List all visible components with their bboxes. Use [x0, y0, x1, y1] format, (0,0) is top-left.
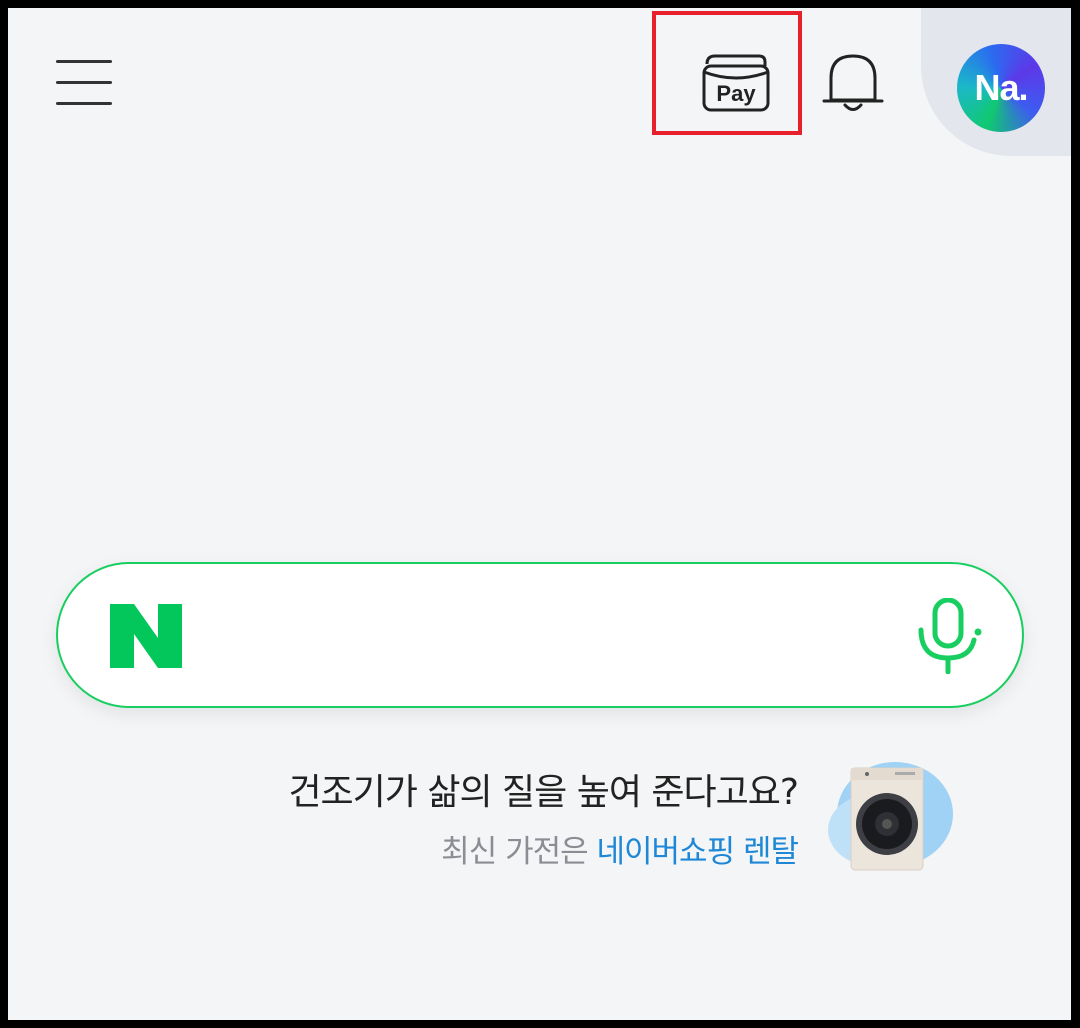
- pay-wallet-icon: Pay: [702, 54, 770, 112]
- search-input[interactable]: [208, 594, 892, 678]
- bell-icon: [822, 54, 884, 111]
- profile-avatar[interactable]: Na.: [957, 44, 1045, 132]
- notification-bell-button[interactable]: [820, 48, 886, 116]
- dryer-product-image[interactable]: [823, 760, 953, 872]
- pay-button[interactable]: Pay: [701, 50, 771, 114]
- hamburger-menu-icon[interactable]: [56, 56, 114, 116]
- promo-subtitle[interactable]: 최신 가전은 네이버쇼핑 렌탈: [208, 826, 799, 871]
- promo-title[interactable]: 건조기가 삶의 질을 높여 준다고요?: [208, 763, 799, 815]
- microphone-icon: [918, 597, 982, 675]
- naver-home-screen: Pay Na. 건조기가 삶의 질을 높여 준다고요? 최신 가전은 네이버쇼핑…: [8, 8, 1071, 1020]
- pay-label: Pay: [716, 81, 756, 106]
- promo-link[interactable]: 네이버쇼핑 렌탈: [597, 834, 799, 870]
- voice-search-button[interactable]: [914, 597, 986, 675]
- search-bar[interactable]: [56, 562, 1024, 708]
- naver-logo-icon: [110, 604, 182, 668]
- promo-subtitle-text: 최신 가전은: [441, 834, 588, 870]
